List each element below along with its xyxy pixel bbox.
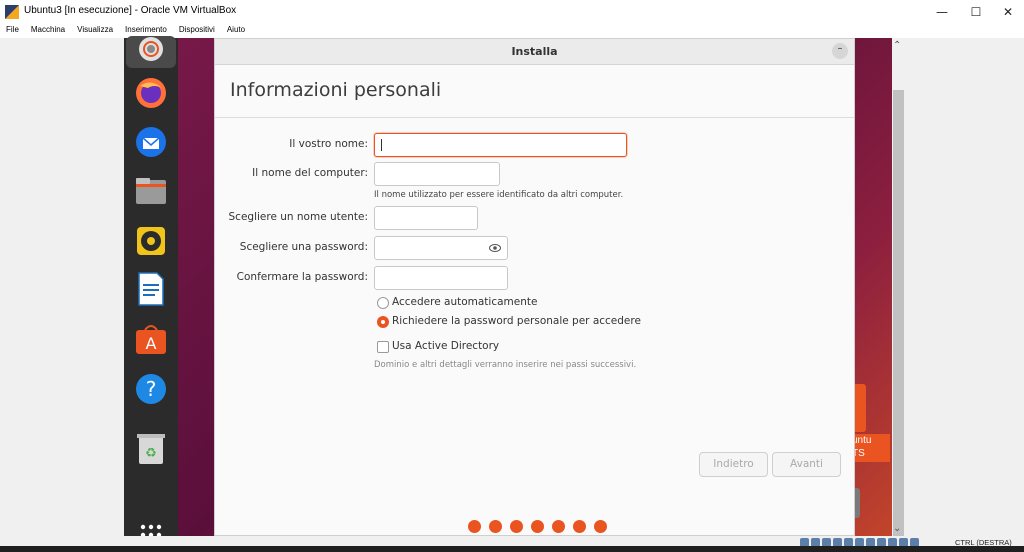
scroll-up-icon[interactable]: ⌃ <box>893 40 901 51</box>
desktop-label-line1: untu <box>852 435 872 446</box>
progress-dot <box>510 520 523 533</box>
svg-text:♻: ♻ <box>145 446 157 461</box>
menu-devices[interactable]: Dispositivi <box>173 24 221 38</box>
menu-help[interactable]: Aiuto <box>221 24 251 38</box>
progress-dot <box>489 520 502 533</box>
installer-minimize-button[interactable]: – <box>832 43 848 59</box>
auto-login-radio[interactable] <box>377 297 389 309</box>
scroll-down-icon[interactable]: ⌄ <box>893 523 901 534</box>
scrollbar-thumb[interactable] <box>893 90 904 536</box>
files-icon[interactable] <box>132 172 170 210</box>
menu-file[interactable]: File <box>0 24 25 38</box>
menu-machine[interactable]: Macchina <box>25 24 71 38</box>
installer-title: Installa <box>511 45 558 58</box>
auto-login-label[interactable]: Accedere automaticamente <box>392 296 537 308</box>
username-input[interactable] <box>374 206 478 230</box>
installer-window: Installa – Informazioni personali Il vos… <box>214 38 855 536</box>
installer-header: Installa – <box>215 39 854 65</box>
windows-taskbar <box>0 546 1024 552</box>
virtualbox-app-icon <box>5 5 19 19</box>
help-icon[interactable]: ? <box>132 370 170 408</box>
computer-name-input[interactable] <box>374 162 500 186</box>
require-password-label[interactable]: Richiedere la password personale per acc… <box>392 315 641 327</box>
confirm-password-input[interactable] <box>374 266 508 290</box>
progress-dot <box>531 520 544 533</box>
minimize-window-button[interactable]: — <box>924 0 960 24</box>
title-divider <box>215 117 854 118</box>
active-directory-checkbox[interactable] <box>377 341 389 353</box>
trash-icon[interactable]: ♻ <box>132 430 170 468</box>
back-button[interactable]: Indietro <box>699 452 768 477</box>
install-progress-dots <box>468 520 607 533</box>
progress-dot <box>573 520 586 533</box>
forward-button[interactable]: Avanti <box>772 452 841 477</box>
page-title: Informazioni personali <box>230 79 442 101</box>
host-title-bar: Ubuntu3 [In esecuzione] - Oracle VM Virt… <box>0 0 1024 24</box>
svg-text:A: A <box>146 334 157 353</box>
show-password-eye-icon[interactable] <box>489 242 501 254</box>
window-title: Ubuntu3 [In esecuzione] - Oracle VM Virt… <box>24 5 237 16</box>
active-directory-label[interactable]: Usa Active Directory <box>392 340 499 352</box>
password-input[interactable] <box>374 236 508 260</box>
computer-name-label: Il nome del computer: <box>252 167 368 179</box>
software-center-icon[interactable]: A <box>132 320 170 358</box>
maximize-window-button[interactable]: ☐ <box>958 0 994 24</box>
progress-dot <box>594 520 607 533</box>
libreoffice-writer-icon[interactable] <box>132 270 170 308</box>
require-password-radio[interactable] <box>377 316 389 328</box>
menu-view[interactable]: Visualizza <box>71 24 119 38</box>
computer-name-hint: Il nome utilizzato per essere identifica… <box>374 190 624 200</box>
password-label: Scegliere una password: <box>239 241 368 253</box>
progress-dot <box>552 520 565 533</box>
thunderbird-icon[interactable] <box>132 123 170 161</box>
text-cursor <box>381 139 382 151</box>
username-label: Scegliere un nome utente: <box>228 211 369 223</box>
installer-disk-icon[interactable] <box>132 30 170 68</box>
progress-dot <box>468 520 481 533</box>
desktop-label-line2: TS <box>852 448 865 459</box>
rhythmbox-icon[interactable] <box>132 222 170 260</box>
confirm-password-label: Confermare la password: <box>236 271 368 283</box>
close-window-button[interactable]: ✕ <box>990 0 1024 24</box>
firefox-icon[interactable] <box>132 74 170 112</box>
svg-text:?: ? <box>146 377 157 401</box>
ubuntu-dock: A ? ♻ <box>124 36 178 538</box>
name-label: Il vostro nome: <box>289 138 368 150</box>
name-input[interactable] <box>374 133 627 157</box>
active-directory-hint: Dominio e altri dettagli verranno inseri… <box>374 360 637 370</box>
viewport-scrollbar[interactable]: ⌃ ⌄ <box>892 38 905 536</box>
